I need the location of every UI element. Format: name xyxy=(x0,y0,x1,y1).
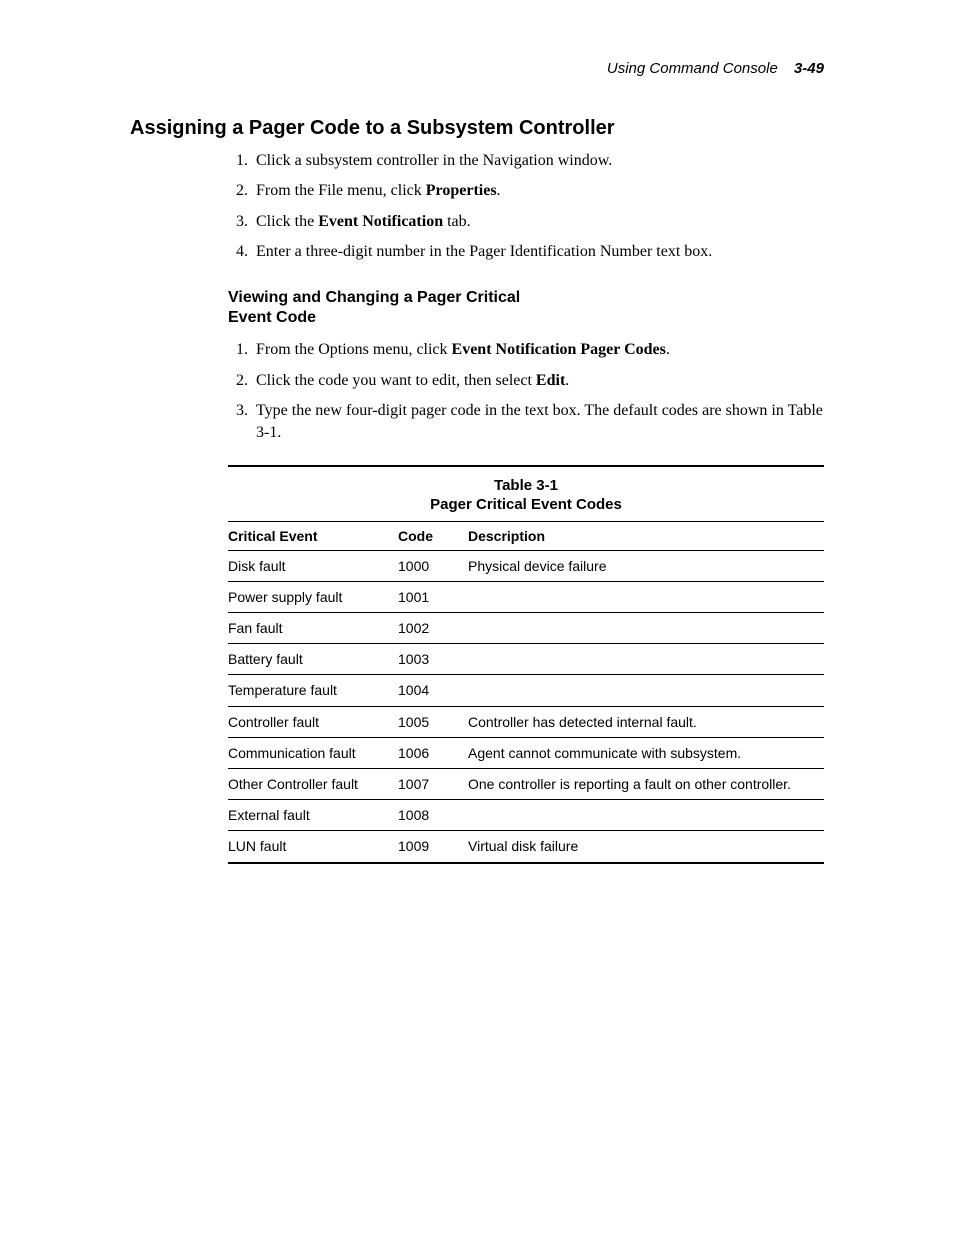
cell-code: 1009 xyxy=(398,831,468,863)
running-title: Using Command Console xyxy=(607,60,778,77)
cell-code: 1001 xyxy=(398,581,468,612)
cell-event: Disk fault xyxy=(228,550,398,581)
table-row: Communication fault1006Agent cannot comm… xyxy=(228,737,824,768)
step-item: Enter a three-digit number in the Pager … xyxy=(252,241,824,263)
bold-term: Properties xyxy=(426,182,497,199)
cell-event: Controller fault xyxy=(228,706,398,737)
cell-description: One controller is reporting a fault on o… xyxy=(468,769,824,800)
cell-code: 1000 xyxy=(398,550,468,581)
cell-event: Temperature fault xyxy=(228,675,398,706)
cell-description: Virtual disk failure xyxy=(468,831,824,863)
cell-code: 1008 xyxy=(398,800,468,831)
table-row: Controller fault1005Controller has detec… xyxy=(228,706,824,737)
step-item: Click the code you want to edit, then se… xyxy=(252,370,824,392)
table-label: Table 3-1 xyxy=(228,477,824,494)
cell-event: Other Controller fault xyxy=(228,769,398,800)
step-item: From the File menu, click Properties. xyxy=(252,180,824,202)
bold-term: Event Notification Pager Codes xyxy=(452,341,666,358)
cell-description: Controller has detected internal fault. xyxy=(468,706,824,737)
cell-description: Agent cannot communicate with subsystem. xyxy=(468,737,824,768)
cell-code: 1006 xyxy=(398,737,468,768)
section-steps: Click a subsystem controller in the Navi… xyxy=(130,150,824,264)
section-title: Assigning a Pager Code to a Subsystem Co… xyxy=(130,117,824,140)
cell-code: 1004 xyxy=(398,675,468,706)
table-caption: Pager Critical Event Codes xyxy=(228,496,824,513)
step-item: Click a subsystem controller in the Navi… xyxy=(252,150,824,172)
bold-term: Event Notification xyxy=(318,213,443,230)
cell-description xyxy=(468,675,824,706)
cell-code: 1005 xyxy=(398,706,468,737)
col-critical-event: Critical Event xyxy=(228,521,398,550)
cell-description xyxy=(468,644,824,675)
cell-code: 1002 xyxy=(398,613,468,644)
table-container: Table 3-1 Pager Critical Event Codes Cri… xyxy=(228,465,824,864)
running-header: Using Command Console 3-49 xyxy=(130,60,824,77)
table-row: Fan fault1002 xyxy=(228,613,824,644)
table-row: Disk fault1000Physical device failure xyxy=(228,550,824,581)
step-item: From the Options menu, click Event Notif… xyxy=(252,339,824,361)
col-description: Description xyxy=(468,521,824,550)
subsection-title: Viewing and Changing a Pager Critical Ev… xyxy=(228,288,568,330)
col-code: Code xyxy=(398,521,468,550)
table-row: External fault1008 xyxy=(228,800,824,831)
step-item: Click the Event Notification tab. xyxy=(252,211,824,233)
cell-event: LUN fault xyxy=(228,831,398,863)
table-row: Temperature fault1004 xyxy=(228,675,824,706)
cell-description xyxy=(468,613,824,644)
table-row: LUN fault1009Virtual disk failure xyxy=(228,831,824,863)
table-row: Other Controller fault1007One controller… xyxy=(228,769,824,800)
cell-event: Battery fault xyxy=(228,644,398,675)
table-header-row: Critical Event Code Description xyxy=(228,521,824,550)
cell-code: 1007 xyxy=(398,769,468,800)
cell-description xyxy=(468,800,824,831)
cell-description: Physical device failure xyxy=(468,550,824,581)
table-row: Battery fault1003 xyxy=(228,644,824,675)
step-item: Type the new four-digit pager code in th… xyxy=(252,400,824,445)
cell-description xyxy=(468,581,824,612)
codes-table: Critical Event Code Description Disk fau… xyxy=(228,521,824,864)
cell-event: External fault xyxy=(228,800,398,831)
cell-code: 1003 xyxy=(398,644,468,675)
cell-event: Power supply fault xyxy=(228,581,398,612)
bold-term: Edit xyxy=(536,372,565,389)
cell-event: Communication fault xyxy=(228,737,398,768)
page-number: 3-49 xyxy=(794,60,824,77)
subsection-steps: From the Options menu, click Event Notif… xyxy=(130,339,824,445)
cell-event: Fan fault xyxy=(228,613,398,644)
table-row: Power supply fault1001 xyxy=(228,581,824,612)
